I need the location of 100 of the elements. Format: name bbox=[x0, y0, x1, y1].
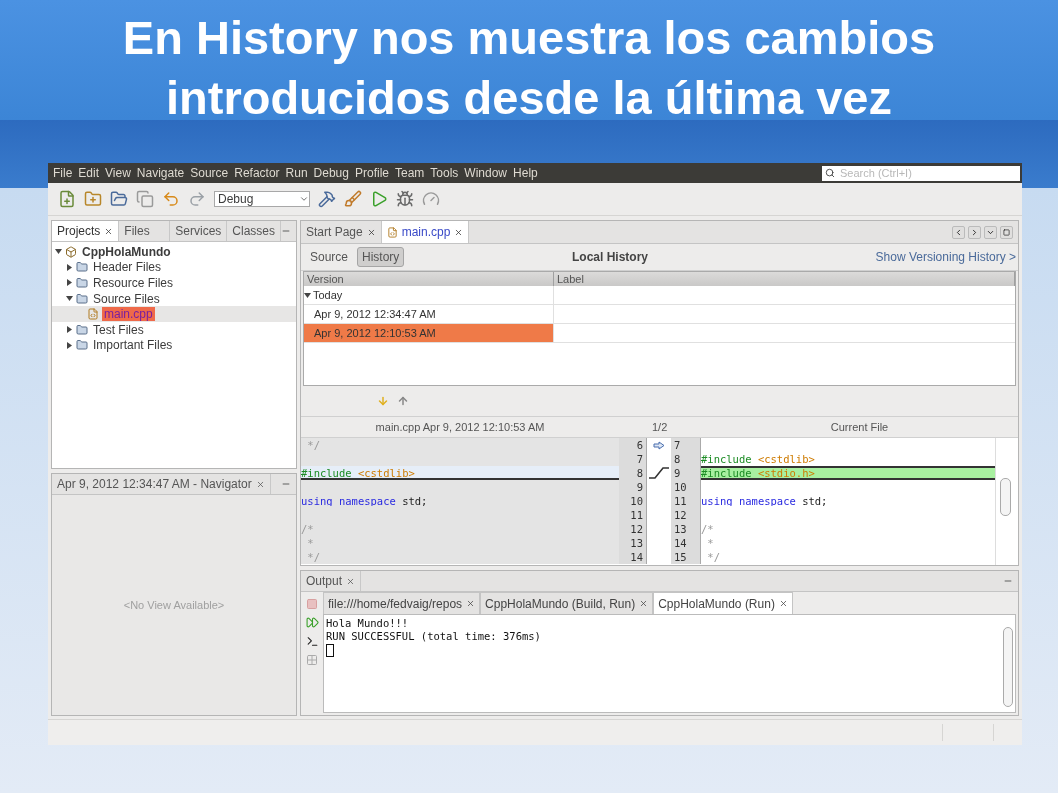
folder-icon bbox=[76, 277, 88, 289]
collapsed-triangle-icon[interactable] bbox=[66, 263, 73, 271]
close-icon[interactable] bbox=[639, 599, 649, 608]
menu-item[interactable]: Refactor bbox=[231, 166, 283, 180]
arrow-up-icon[interactable] bbox=[397, 395, 409, 407]
configuration-dropdown[interactable]: Debug bbox=[214, 191, 310, 207]
line-number: 10 bbox=[619, 494, 647, 508]
tree-item[interactable]: Test Files bbox=[91, 322, 146, 337]
close-icon[interactable] bbox=[466, 599, 476, 608]
run-icon[interactable] bbox=[370, 190, 388, 208]
line-number: 14 bbox=[619, 550, 647, 564]
new-folder-icon[interactable] bbox=[84, 190, 102, 208]
redo-icon[interactable] bbox=[188, 190, 206, 208]
tree-item[interactable]: Header Files bbox=[91, 260, 164, 275]
close-icon[interactable] bbox=[255, 479, 265, 489]
line-number: 6 bbox=[619, 438, 647, 452]
hammer-icon[interactable] bbox=[318, 190, 336, 208]
line-number: 12 bbox=[619, 522, 647, 536]
rerun-icon[interactable] bbox=[305, 616, 319, 629]
expanded-triangle-icon[interactable] bbox=[66, 295, 73, 303]
line-number: 14 bbox=[671, 536, 701, 550]
tree-item[interactable]: Important Files bbox=[91, 338, 175, 353]
collapsed-triangle-icon[interactable] bbox=[66, 326, 73, 334]
undo-icon[interactable] bbox=[162, 190, 180, 208]
folder-icon[interactable] bbox=[110, 190, 128, 208]
line-number: 10 bbox=[671, 480, 701, 494]
column-header[interactable]: Version bbox=[304, 272, 554, 286]
console-line: RUN SUCCESSFUL (total time: 376ms) bbox=[326, 630, 542, 643]
expanded-triangle-icon[interactable] bbox=[55, 248, 62, 256]
project-icon bbox=[65, 245, 77, 258]
new-file-icon[interactable] bbox=[58, 190, 76, 208]
copy-icon[interactable] bbox=[136, 190, 154, 208]
close-icon[interactable] bbox=[104, 226, 114, 236]
chevron-left-icon bbox=[954, 227, 963, 237]
editor-tab[interactable]: main.cpp bbox=[381, 221, 470, 243]
version-cell[interactable]: Apr 9, 2012 12:34:47 AM bbox=[304, 305, 554, 323]
difference-counter: 1/2 bbox=[651, 421, 669, 433]
menu-item[interactable]: Edit bbox=[75, 166, 103, 180]
expanded-triangle-icon[interactable] bbox=[304, 292, 311, 299]
terminal-icon[interactable] bbox=[305, 635, 319, 648]
view-toggle-button[interactable]: History bbox=[357, 247, 405, 267]
search-field[interactable]: Search (Ctrl+I) bbox=[822, 165, 1020, 181]
menu-item[interactable]: File bbox=[50, 166, 76, 180]
menu-item[interactable]: Window bbox=[461, 166, 511, 180]
menu-item[interactable]: Team bbox=[392, 166, 428, 180]
line-number: 11 bbox=[619, 508, 647, 522]
text-cursor bbox=[326, 644, 334, 657]
collapsed-triangle-icon[interactable] bbox=[66, 279, 73, 287]
versioning-history-link[interactable]: Show Versioning History > bbox=[875, 250, 1016, 264]
caret-icon bbox=[299, 194, 309, 204]
line-number: 9 bbox=[619, 480, 647, 494]
bug-icon[interactable] bbox=[396, 190, 414, 208]
column-header[interactable]: Label bbox=[554, 272, 1015, 286]
chevron-right-icon bbox=[970, 227, 979, 237]
version-cell[interactable]: Today bbox=[304, 286, 554, 304]
collapsed-triangle-icon[interactable] bbox=[66, 341, 73, 349]
menu-item[interactable]: Help bbox=[510, 166, 541, 180]
menu-item[interactable]: Debug bbox=[310, 166, 352, 180]
gauge-icon[interactable] bbox=[422, 190, 440, 208]
close-icon[interactable] bbox=[778, 599, 788, 608]
file-icon bbox=[87, 308, 99, 321]
console-tab[interactable]: file:///home/fedvaig/repos bbox=[323, 592, 481, 614]
slide-title: En History nos muestra los cambios introducidos desde la última vez bbox=[121, 10, 937, 126]
close-icon[interactable] bbox=[366, 227, 376, 237]
version-cell[interactable]: Apr 9, 2012 12:10:53 AM bbox=[304, 324, 554, 342]
line-number: 11 bbox=[671, 494, 701, 508]
console-tab[interactable]: CppHolaMundo (Build, Run) bbox=[480, 592, 654, 614]
tree-item[interactable]: Resource Files bbox=[91, 276, 176, 290]
scroll-left-button[interactable] bbox=[952, 225, 965, 239]
close-icon[interactable] bbox=[346, 576, 356, 586]
console-tab[interactable]: CppHolaMundo (Run) bbox=[653, 592, 793, 614]
document-list-button[interactable] bbox=[984, 225, 997, 239]
brush-icon[interactable] bbox=[344, 190, 362, 208]
scrollbar[interactable] bbox=[995, 438, 1018, 565]
tree-item[interactable]: CppHolaMundo bbox=[80, 244, 173, 259]
scroll-right-button[interactable] bbox=[968, 225, 981, 239]
line-number: 8 bbox=[671, 452, 701, 466]
maximize-button[interactable] bbox=[1000, 225, 1013, 239]
line-number: 7 bbox=[671, 438, 701, 452]
line-number: 12 bbox=[671, 508, 701, 522]
menu-item[interactable]: Profile bbox=[352, 166, 392, 180]
grid-icon[interactable] bbox=[306, 654, 318, 666]
folder-icon bbox=[76, 292, 88, 305]
history-title: Local History bbox=[570, 250, 649, 264]
tree-item[interactable]: Source Files bbox=[91, 291, 162, 306]
folder-icon bbox=[76, 339, 88, 352]
menu-item[interactable]: Tools bbox=[427, 166, 462, 180]
menu-item[interactable]: Navigate bbox=[133, 166, 188, 180]
panel-tab[interactable]: Projects bbox=[52, 221, 120, 241]
view-toggle-button[interactable]: Source bbox=[305, 247, 354, 267]
diff-left-title: main.cpp Apr 9, 2012 12:10:53 AM bbox=[374, 421, 546, 433]
menu-item[interactable]: View bbox=[102, 166, 134, 180]
stop-icon[interactable] bbox=[306, 598, 318, 610]
line-number: 7 bbox=[619, 452, 647, 466]
menu-item[interactable]: Run bbox=[282, 166, 311, 180]
search-icon bbox=[825, 167, 835, 178]
menu-item[interactable]: Source bbox=[187, 166, 232, 180]
change-connector bbox=[649, 467, 669, 479]
line-number: 13 bbox=[619, 536, 647, 550]
close-icon[interactable] bbox=[454, 227, 464, 237]
